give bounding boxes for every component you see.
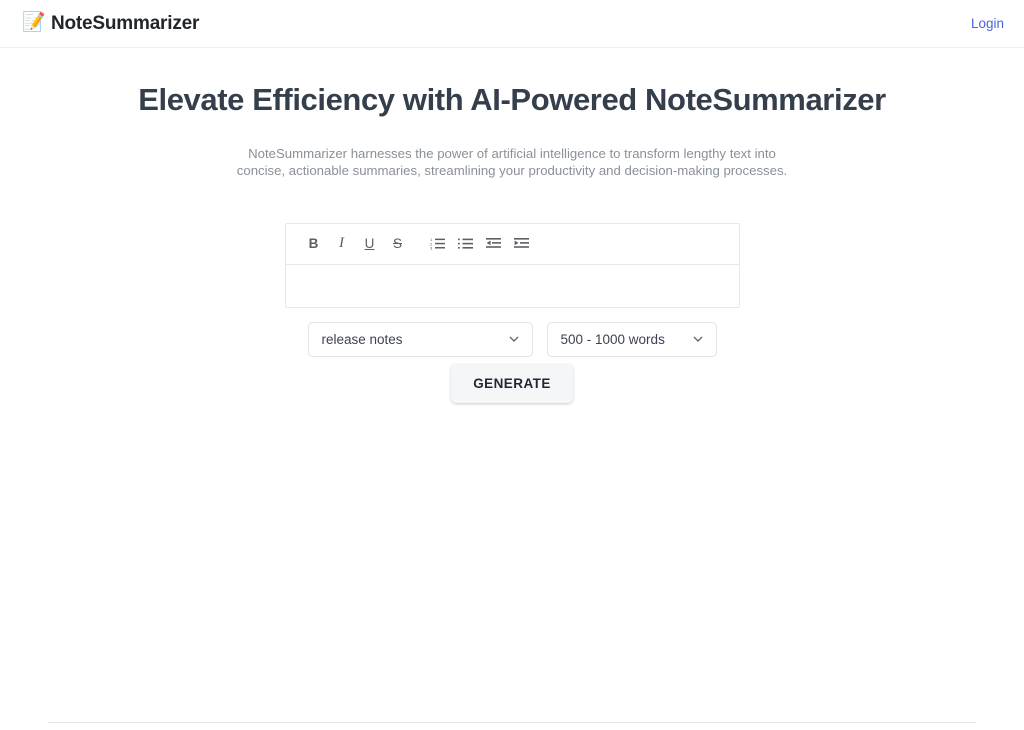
rich-text-editor: B I U S 1 2 3	[284, 222, 740, 308]
generate-button[interactable]: GENERATE	[451, 363, 573, 403]
app-header: 📝 NoteSummarizer Login	[0, 0, 1024, 48]
chevron-down-icon	[509, 334, 519, 344]
topic-select-value: release notes	[321, 331, 403, 347]
bold-icon[interactable]: B	[300, 230, 328, 258]
strikethrough-icon[interactable]: S	[384, 230, 412, 258]
underline-icon[interactable]: U	[356, 230, 384, 258]
unordered-list-icon[interactable]	[452, 230, 480, 258]
topic-select[interactable]: release notes	[307, 321, 533, 357]
chevron-down-icon	[693, 334, 703, 344]
note-text-input[interactable]	[285, 264, 739, 307]
editor-section: B I U S 1 2 3 release notes 500 - 1000 w…	[284, 222, 740, 403]
main-content: Elevate Efficiency with AI-Powered NoteS…	[0, 48, 1024, 403]
page-subtitle: NoteSummarizer harnesses the power of ar…	[236, 145, 788, 179]
length-select-value: 500 - 1000 words	[560, 331, 665, 347]
ordered-list-icon[interactable]: 1 2 3	[424, 230, 452, 258]
generate-row: GENERATE	[285, 363, 740, 403]
editor-toolbar: B I U S 1 2 3	[285, 224, 739, 265]
page-title: Elevate Efficiency with AI-Powered NoteS…	[138, 82, 886, 117]
memo-icon: 📝	[22, 11, 46, 33]
outdent-icon[interactable]	[480, 230, 508, 258]
italic-icon[interactable]: I	[328, 230, 356, 258]
svg-text:3: 3	[430, 246, 433, 250]
footer-divider	[48, 722, 976, 723]
login-link[interactable]: Login	[971, 16, 1004, 31]
indent-icon[interactable]	[508, 230, 536, 258]
brand[interactable]: 📝 NoteSummarizer	[22, 13, 199, 35]
length-select[interactable]: 500 - 1000 words	[546, 321, 717, 357]
controls-row: release notes 500 - 1000 words	[285, 321, 740, 357]
brand-name: NoteSummarizer	[51, 12, 200, 34]
